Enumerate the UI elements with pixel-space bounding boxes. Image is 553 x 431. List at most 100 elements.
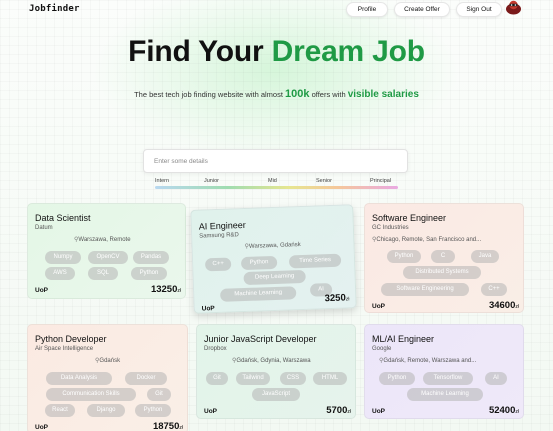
job-location: ⚲Chicago, Remote, San Francisco and... (372, 236, 481, 243)
job-location: ⚲Gdańsk, Gdynia, Warszawa (232, 357, 311, 364)
hero-title: Find Your Dream Job (0, 35, 553, 69)
job-title: Data Scientist (35, 213, 91, 223)
job-card-data-scientist[interactable]: Data Scientist Datum ⚲Warszawa, Remote N… (27, 203, 186, 299)
company-name: Air Space Intelligence (35, 346, 94, 352)
skill-tag[interactable]: React (45, 404, 75, 417)
hero-title-highlight: Dream Job (271, 35, 425, 68)
location-text: Chicago, Remote, San Francisco and... (376, 237, 482, 243)
skill-tag[interactable]: C++ (204, 257, 232, 272)
salary: 13250zł (151, 284, 181, 295)
skill-tag[interactable]: SQL (88, 267, 118, 280)
contract-type: UoP (372, 303, 385, 310)
job-card-software-engineer[interactable]: Software Engineer GC Industries ⚲Chicago… (364, 203, 524, 313)
level-label-mid[interactable]: Mid (268, 178, 277, 184)
job-card-python-developer[interactable]: Python Developer Air Space Intelligence … (27, 324, 188, 431)
currency: zł (177, 288, 181, 294)
job-title: ML/AI Engineer (372, 334, 435, 344)
job-card-junior-javascript-developer[interactable]: Junior JavaScript Developer Dropbox ⚲Gda… (196, 324, 356, 419)
skill-tag[interactable]: AI (485, 372, 507, 385)
user-avatar[interactable] (505, 0, 522, 15)
company-name: Datum (35, 225, 53, 231)
skill-tag[interactable]: Docker (125, 372, 167, 385)
skill-tag[interactable]: Python (387, 250, 421, 263)
skill-tag[interactable]: Python (379, 372, 415, 385)
currency: zł (515, 304, 519, 310)
skill-tag[interactable]: Software Engineering (381, 283, 469, 296)
level-label-junior[interactable]: Junior (204, 178, 219, 184)
job-location: ⚲Warszawa, Remote (74, 236, 131, 243)
job-title: AI Engineer (198, 219, 247, 232)
skill-tag[interactable]: JavaScript (252, 388, 300, 401)
skill-tag[interactable]: HTML (313, 372, 347, 385)
level-label-senior[interactable]: Senior (316, 178, 332, 184)
company-name: Samsung R&D (199, 232, 239, 240)
salary: 3250zł (324, 292, 350, 305)
salary-value: 3250 (324, 292, 346, 305)
hero-subtitle: The best tech job finding website with a… (0, 88, 553, 100)
skill-tag[interactable]: Java (471, 250, 499, 263)
salary-value: 5700 (326, 405, 348, 416)
level-slider[interactable]: Intern Junior Mid Senior Principal (150, 178, 402, 192)
skill-tag[interactable]: Pandas (133, 251, 169, 264)
contract-type: UoP (35, 424, 48, 431)
create-offer-button[interactable]: Create Offer (394, 2, 450, 17)
skill-tag[interactable]: Python (131, 267, 167, 280)
skill-tag[interactable]: C (431, 250, 455, 263)
skill-tag[interactable]: Tensorflow (423, 372, 473, 385)
salary: 5700zł (326, 405, 351, 416)
job-location: ⚲Gdańsk, Remote, Warszawa and... (379, 357, 476, 364)
salary-value: 18750 (152, 421, 180, 431)
skill-tag[interactable]: OpenCV (88, 251, 128, 264)
skill-tag[interactable]: AWS (45, 267, 75, 280)
skill-tag[interactable]: Time Series (288, 253, 342, 269)
avatar-icon (506, 0, 521, 15)
sign-out-button[interactable]: Sign Out (456, 2, 502, 17)
job-title: Software Engineer (372, 213, 447, 223)
contract-type: UoP (201, 305, 215, 313)
job-location: ⚲Gdańsk (95, 357, 120, 364)
salary-value: 34600 (488, 300, 516, 311)
skill-tag[interactable]: Git (147, 388, 171, 401)
company-name: GC Industries (372, 225, 409, 231)
skill-tag[interactable]: Git (206, 372, 228, 385)
top-bar: Jobfinder Profile Create Offer Sign Out (0, 0, 553, 20)
location-text: Gdańsk, Remote, Warszawa and... (383, 358, 477, 364)
skill-tag[interactable]: Machine Learning (220, 286, 297, 302)
salary: 52400zł (489, 405, 519, 416)
skill-tag[interactable]: Numpy (45, 251, 81, 264)
contract-type: UoP (204, 408, 217, 415)
hero-title-part1: Find Your (128, 35, 272, 68)
location-text: Gdańsk, Gdynia, Warszawa (236, 358, 311, 364)
skill-tag[interactable]: Tailwind (236, 372, 270, 385)
skill-tag[interactable]: Deep Learning (243, 269, 306, 286)
hero-sub-middle: offers with (309, 90, 348, 99)
search-input[interactable] (143, 149, 408, 173)
skill-tag[interactable]: Python (135, 404, 171, 417)
salary-value: 13250 (150, 284, 178, 295)
skill-tag[interactable]: C++ (481, 283, 507, 296)
salary: 34600zł (489, 300, 519, 311)
app-logo[interactable]: Jobfinder (29, 4, 80, 14)
currency: zł (347, 409, 351, 415)
level-slider-track[interactable] (155, 186, 398, 189)
company-name: Google (372, 346, 392, 352)
currency: zł (345, 296, 350, 303)
job-title: Python Developer (35, 334, 107, 344)
job-card-ml-ai-engineer[interactable]: ML/AI Engineer Google ⚲Gdańsk, Remote, W… (364, 324, 524, 419)
skill-tag[interactable]: Data Analysis (46, 372, 112, 385)
skill-tag[interactable]: Communication Skills (46, 388, 136, 401)
level-label-principal[interactable]: Principal (370, 178, 391, 184)
skill-tag[interactable]: Python (240, 255, 278, 271)
skill-tag[interactable]: Distributed Systems (403, 266, 481, 279)
salary-value: 52400 (488, 405, 516, 416)
skill-tag[interactable]: Machine Learning (407, 388, 483, 401)
job-card-ai-engineer[interactable]: AI Engineer Samsung R&D ⚲Warszawa, Gdańs… (190, 204, 357, 314)
skill-tag[interactable]: Django (87, 404, 125, 417)
hero-sub-highlight: visible salaries (347, 89, 419, 100)
profile-button[interactable]: Profile (346, 2, 388, 17)
location-text: Warszawa, Gdańsk (248, 242, 301, 250)
level-label-intern[interactable]: Intern (155, 178, 169, 184)
skill-tag[interactable]: CSS (280, 372, 306, 385)
currency: zł (179, 425, 183, 431)
location-text: Warszawa, Remote (78, 237, 131, 243)
